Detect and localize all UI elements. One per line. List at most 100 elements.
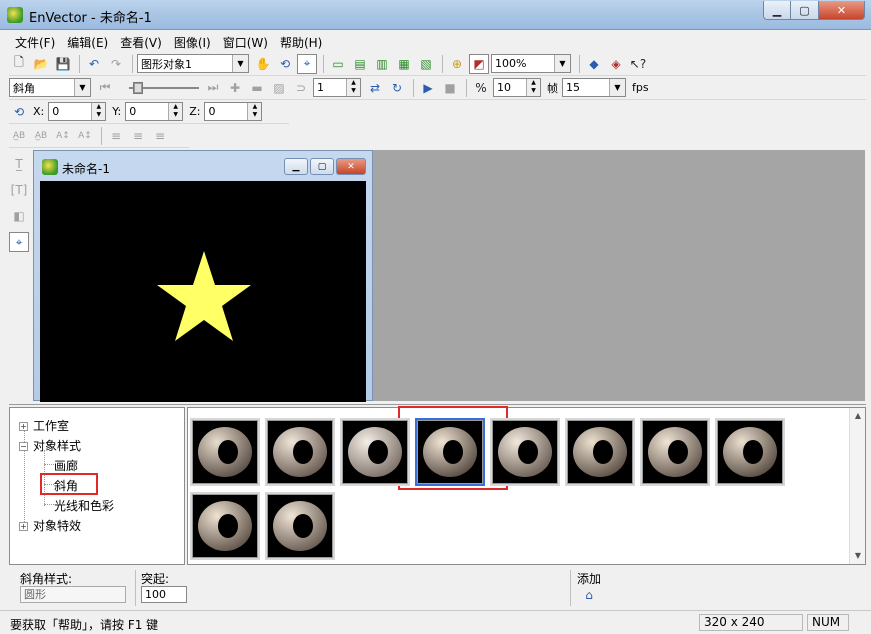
zoom-select[interactable]: 100% ▼ (491, 54, 571, 73)
bevel-thumbnail[interactable] (190, 418, 260, 486)
stop-icon[interactable]: ■ (440, 78, 460, 98)
z-spinner[interactable]: 0 ▲ ▼ (204, 102, 263, 121)
doc-maximize-button[interactable]: ▢ (310, 158, 334, 175)
expand-icon[interactable]: + (19, 522, 28, 531)
menu-edit[interactable]: 编辑(E) (61, 31, 114, 51)
tree-item-object-style[interactable]: − 对象样式 (19, 437, 81, 454)
globe-icon[interactable]: ⊕ (447, 54, 467, 74)
scroll-up-icon[interactable]: ▲ (850, 408, 866, 424)
bevel-thumbnail[interactable] (265, 418, 335, 486)
refresh-icon[interactable]: ↻ (387, 78, 407, 98)
align-right-icon[interactable]: ≡ (150, 126, 170, 146)
remove-keyframe-icon[interactable]: ▬ (247, 78, 267, 98)
redo-icon[interactable]: ↷ (106, 54, 126, 74)
timeline-slider[interactable] (121, 79, 199, 97)
ring-preview-icon (273, 501, 327, 551)
bevel-thumbnail[interactable] (565, 418, 635, 486)
bevel-thumbnail[interactable] (415, 418, 485, 486)
fast-forward-icon[interactable]: ⏭ (203, 78, 223, 98)
raise-spinner[interactable]: 100 (141, 586, 187, 603)
context-help-icon[interactable]: ↖? (628, 54, 648, 74)
rewind-icon[interactable]: ⏮ (95, 78, 115, 98)
open-folder-icon[interactable]: 📂 (31, 54, 51, 74)
bevel-style-label: 斜角样式: (20, 572, 73, 586)
text-style-1-icon[interactable]: A̲B (9, 126, 29, 146)
tree-item-light-color[interactable]: 光线和色彩 (54, 497, 114, 514)
doc-close-button[interactable]: ✕ (336, 158, 366, 175)
status-bar: 要获取「帮助」，请按 F1 键 320 x 240 NUM (0, 610, 871, 634)
text-frame-tool-icon[interactable]: [T] (9, 180, 29, 200)
bevel-thumbnail[interactable] (265, 492, 335, 560)
add-keyframe-icon[interactable]: ✚ (225, 78, 245, 98)
bevel-thumbnail[interactable] (490, 418, 560, 486)
wireframe-icon[interactable]: ◩ (469, 53, 489, 74)
spinner-arrows-icon[interactable]: ▲ ▼ (247, 103, 262, 120)
toolbar-separator (442, 54, 443, 73)
view-bottom-icon[interactable]: ▧ (416, 54, 436, 74)
undo-icon[interactable]: ↶ (84, 54, 104, 74)
spinner-arrows-icon[interactable]: ▲ ▼ (526, 79, 540, 96)
bevel-thumbnail[interactable] (715, 418, 785, 486)
export-icon[interactable]: ◈ (606, 54, 626, 74)
tree-item-gallery[interactable]: 画廊 (54, 457, 78, 474)
interpolate-icon[interactable]: ▨ (269, 78, 289, 98)
close-button[interactable]: ✕ (819, 1, 865, 20)
properties-bar: 斜角样式: 圆形 突起: 100 添加 ⌂ (9, 567, 866, 609)
save-icon[interactable]: 💾 (53, 54, 73, 74)
add-to-gallery-icon[interactable]: ⌂ (579, 585, 599, 605)
menu-help[interactable]: 帮助(H) (274, 31, 328, 51)
bevel-thumbnail[interactable] (190, 492, 260, 560)
tree-item-studio[interactable]: + 工作室 (19, 417, 69, 434)
text-style-3-icon[interactable]: A↕ (53, 126, 73, 146)
slider-thumb[interactable] (133, 81, 143, 94)
percent-icon[interactable]: % (471, 78, 491, 98)
menu-window[interactable]: 窗口(W) (217, 31, 274, 51)
play-icon[interactable]: ▶ (418, 78, 438, 98)
object-select-tool-icon[interactable]: ⌖ (9, 232, 29, 252)
minimize-button[interactable]: ▁ (763, 1, 791, 20)
expand-icon[interactable]: + (19, 422, 28, 431)
x-spinner[interactable]: 0 ▲ ▼ (48, 102, 107, 121)
menu-file[interactable]: 文件(F) (9, 31, 61, 51)
maximize-button[interactable]: ▢ (791, 1, 819, 20)
view-top-icon[interactable]: ▤ (350, 54, 370, 74)
style-select[interactable]: 斜角 ▼ (9, 78, 91, 97)
render-icon[interactable]: ◆ (584, 54, 604, 74)
scroll-down-icon[interactable]: ▼ (850, 548, 866, 564)
rotate-object-icon[interactable]: ⟲ (275, 54, 295, 74)
tree-item-object-effects[interactable]: + 对象特效 (19, 517, 81, 534)
bevel-thumbnail[interactable] (340, 418, 410, 486)
object-select[interactable]: 图形对象1 ▼ (137, 54, 249, 73)
star-shape[interactable] (157, 251, 251, 341)
canvas[interactable] (40, 181, 366, 402)
spinner-arrows-icon[interactable]: ▲ ▼ (346, 79, 360, 96)
text-style-2-icon[interactable]: A̲B (31, 126, 51, 146)
spinner-arrows-icon[interactable]: ▲ ▼ (91, 103, 106, 120)
menu-image[interactable]: 图像(I) (168, 31, 217, 51)
text-style-4-icon[interactable]: A↕ (75, 126, 95, 146)
view-side-icon[interactable]: ▥ (372, 54, 392, 74)
frame-spinner[interactable]: 1 ▲ ▼ (313, 78, 361, 97)
select-object-icon[interactable]: ⌖ (297, 53, 317, 74)
bevel-style-select[interactable]: 圆形 (20, 586, 126, 603)
new-file-icon[interactable]: 🗋 (9, 54, 29, 74)
gallery-scrollbar[interactable]: ▲ ▼ (849, 408, 865, 564)
y-spinner[interactable]: 0 ▲ ▼ (125, 102, 184, 121)
repeat-icon[interactable]: ⇄ (365, 78, 385, 98)
align-left-icon[interactable]: ≡ (106, 126, 126, 146)
doc-minimize-button[interactable]: ▁ (284, 158, 308, 175)
hand-icon[interactable]: ✋ (253, 54, 273, 74)
align-center-icon[interactable]: ≡ (128, 126, 148, 146)
shape-tool-icon[interactable]: ◧ (9, 206, 29, 226)
move-object-icon[interactable]: ⟲ (9, 102, 29, 122)
view-front-icon[interactable]: ▭ (328, 54, 348, 74)
loop-icon[interactable]: ⊃ (291, 78, 311, 98)
speed-spinner[interactable]: 10 ▲ ▼ (493, 78, 541, 97)
view-perspective-icon[interactable]: ▦ (394, 54, 414, 74)
collapse-icon[interactable]: − (19, 442, 28, 451)
menu-view[interactable]: 查看(V) (114, 31, 168, 51)
fps-select[interactable]: 15 ▼ (562, 78, 626, 97)
text-tool-icon[interactable]: T̲ (9, 154, 29, 174)
bevel-thumbnail[interactable] (640, 418, 710, 486)
spinner-arrows-icon[interactable]: ▲ ▼ (168, 103, 183, 120)
